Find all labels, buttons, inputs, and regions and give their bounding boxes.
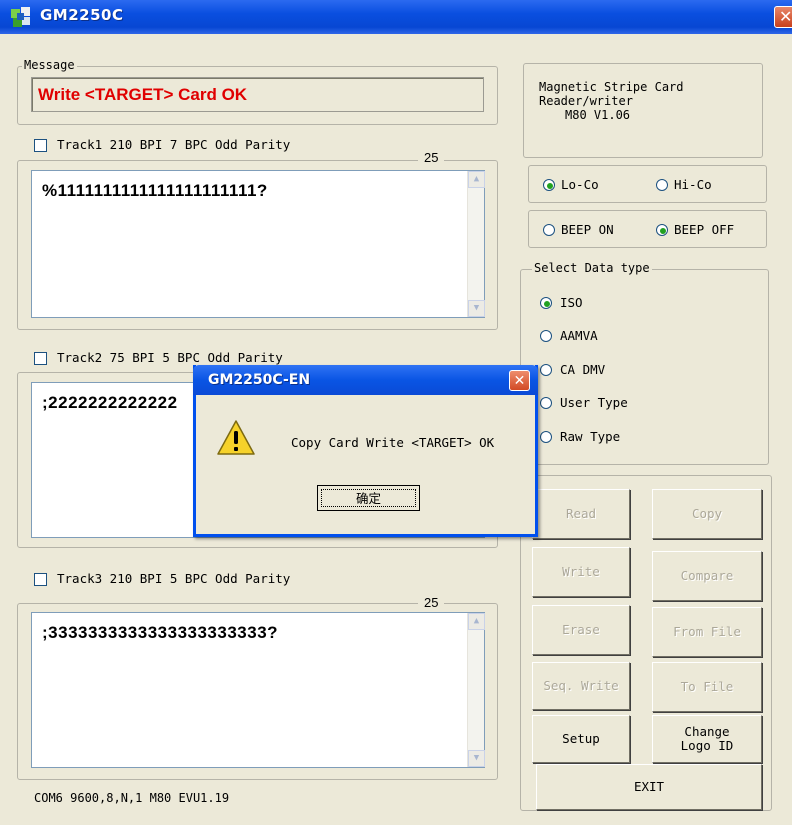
data-type-group	[520, 269, 769, 465]
track2-label: Track2 75 BPI 5 BPC Odd Parity	[57, 350, 283, 365]
beep-off-radio[interactable]	[656, 224, 668, 236]
change-logo-id-button[interactable]: Change Logo ID	[652, 715, 762, 763]
device-info-line1: Magnetic Stripe Card	[539, 80, 684, 94]
seq-write-button[interactable]: Seq. Write	[532, 662, 630, 710]
track1-textarea[interactable]: %1111111111111111111111? ▲ ▼	[31, 170, 485, 318]
device-info-box: Magnetic Stripe Card Reader/writer M80 V…	[523, 63, 763, 158]
track3-label: Track3 210 BPI 5 BPC Odd Parity	[57, 571, 291, 586]
message-dialog: GM2250C-EN ✕ Copy Card Write <TARGET> OK…	[193, 365, 538, 537]
raw-type-radio[interactable]	[540, 431, 552, 443]
dialog-ok-label: 确定	[321, 489, 416, 507]
track3-checkbox[interactable]	[34, 573, 47, 586]
user-type-radio[interactable]	[540, 397, 552, 409]
message-legend: Message	[22, 58, 77, 72]
track3-count: 25	[418, 595, 445, 610]
coercivity-group: Lo-Co Hi-Co	[528, 165, 767, 203]
erase-button[interactable]: Erase	[532, 605, 630, 655]
track3-data: ;3333333333333333333333?	[42, 623, 279, 642]
to-file-button[interactable]: To File	[652, 662, 762, 712]
lo-co-radio[interactable]	[543, 179, 555, 191]
write-button[interactable]: Write	[532, 547, 630, 597]
message-box: Write <TARGET> Card OK	[31, 77, 484, 112]
close-icon[interactable]: ✕	[774, 6, 792, 28]
exit-button[interactable]: EXIT	[536, 764, 762, 810]
track1-count: 25	[418, 150, 445, 165]
dialog-title-bar: GM2250C-EN ✕	[193, 365, 538, 395]
scroll-up-icon[interactable]: ▲	[468, 613, 485, 630]
setup-button[interactable]: Setup	[532, 715, 630, 763]
track3-textarea[interactable]: ;3333333333333333333333? ▲ ▼	[31, 612, 485, 768]
beep-off-label: BEEP OFF	[674, 222, 735, 237]
close-icon[interactable]: ✕	[509, 370, 530, 391]
track2-checkbox[interactable]	[34, 352, 47, 365]
track1-checkbox[interactable]	[34, 139, 47, 152]
aamva-label: AAMVA	[560, 328, 598, 343]
scroll-up-icon[interactable]: ▲	[468, 171, 485, 188]
raw-type-label: Raw Type	[560, 429, 621, 444]
track2-data: ;2222222222222	[42, 393, 178, 412]
data-type-legend: Select Data type	[532, 261, 652, 275]
hi-co-label: Hi-Co	[674, 177, 712, 192]
copy-button[interactable]: Copy	[652, 489, 762, 539]
status-text: COM6 9600,8,N,1 M80 EVU1.19	[34, 791, 230, 805]
beep-on-label: BEEP ON	[561, 222, 614, 237]
track3-scrollbar[interactable]: ▲ ▼	[467, 613, 485, 767]
title-bar: GM2250C ✕	[0, 0, 792, 34]
iso-label: ISO	[560, 295, 583, 310]
track1-data: %1111111111111111111111?	[42, 181, 268, 200]
hi-co-radio[interactable]	[656, 179, 668, 191]
user-type-label: User Type	[560, 395, 628, 410]
compare-button[interactable]: Compare	[652, 551, 762, 601]
dialog-title: GM2250C-EN	[208, 372, 311, 388]
scroll-down-icon[interactable]: ▼	[468, 750, 485, 767]
dialog-message: Copy Card Write <TARGET> OK	[291, 435, 495, 450]
device-info-line3: M80 V1.06	[565, 108, 631, 122]
window-title: GM2250C	[40, 6, 124, 24]
ca-dmv-label: CA DMV	[560, 362, 606, 377]
read-button[interactable]: Read	[532, 489, 630, 539]
change-logo-id-line2: Logo ID	[680, 738, 734, 753]
beep-group: BEEP ON BEEP OFF	[528, 210, 767, 248]
warning-icon	[217, 420, 255, 455]
scroll-down-icon[interactable]: ▼	[468, 300, 485, 317]
ca-dmv-radio[interactable]	[540, 364, 552, 376]
from-file-button[interactable]: From File	[652, 607, 762, 657]
track1-label: Track1 210 BPI 7 BPC Odd Parity	[57, 137, 291, 152]
iso-radio[interactable]	[540, 297, 552, 309]
message-text: Write <TARGET> Card OK	[38, 85, 248, 104]
aamva-radio[interactable]	[540, 330, 552, 342]
track1-scrollbar[interactable]: ▲ ▼	[467, 171, 485, 317]
device-info-line2: Reader/writer	[539, 94, 633, 108]
app-icon	[11, 7, 30, 27]
change-logo-id-line1: Change	[684, 724, 730, 739]
lo-co-label: Lo-Co	[561, 177, 599, 192]
beep-on-radio[interactable]	[543, 224, 555, 236]
dialog-ok-button[interactable]: 确定	[317, 485, 420, 511]
